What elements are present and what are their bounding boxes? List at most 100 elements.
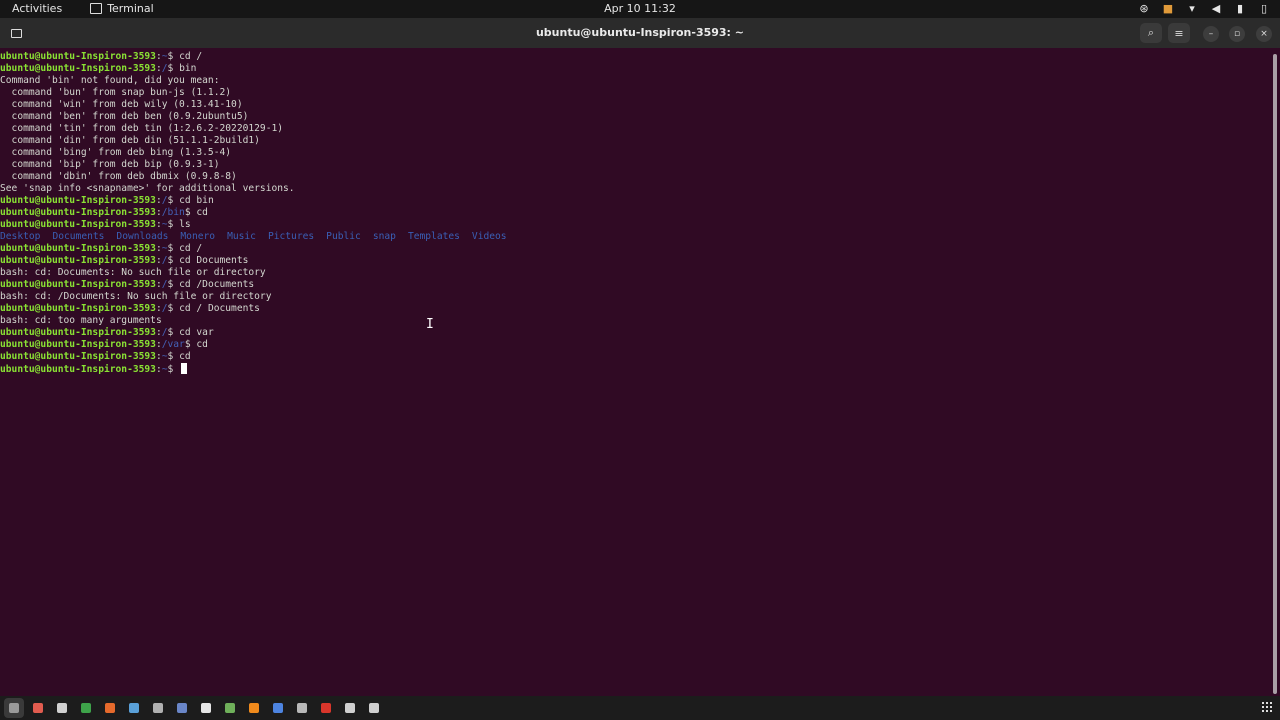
command-text: cd /Documents [179, 279, 255, 290]
volume-icon[interactable]: ◀ [1210, 2, 1222, 15]
terminal-line: bash: cd: too many arguments [0, 315, 162, 326]
prompt-dollar: $ [167, 63, 180, 74]
terminal-output[interactable]: ubuntu@ubuntu-Inspiron-3593:~$ cd / ubunt… [0, 48, 1270, 699]
directory-entry: Downloads [116, 231, 169, 242]
app-menu-terminal[interactable]: Terminal [90, 2, 154, 15]
dock-app-tool[interactable] [292, 698, 312, 718]
dock-app-steam[interactable] [124, 698, 144, 718]
dock-app-trash[interactable] [364, 698, 384, 718]
prompt-user-host: ubuntu@ubuntu-Inspiron-3593 [0, 364, 156, 375]
top-bar: Activities Terminal Apr 10 11:32 ⊛ ■ ▾ ◀… [0, 0, 1280, 18]
prompt-dollar: $ [167, 351, 180, 362]
text-editor-icon [57, 703, 67, 713]
prompt-user-host: ubuntu@ubuntu-Inspiron-3593 [0, 207, 156, 218]
directory-entry: Templates [407, 231, 460, 242]
dock-app-vlc[interactable] [244, 698, 264, 718]
notification-app-icon[interactable]: ■ [1162, 2, 1174, 15]
terminal-line: ubuntu@ubuntu-Inspiron-3593:~$ cd [0, 351, 1270, 363]
dock-app-app-red[interactable] [316, 698, 336, 718]
vlc-icon [249, 703, 259, 713]
terminal-cursor [181, 363, 188, 374]
minimize-button[interactable]: – [1203, 26, 1219, 42]
battery-icon[interactable]: ▮ [1234, 2, 1246, 15]
dock-app-documents[interactable] [340, 698, 360, 718]
monitor-icon [225, 703, 235, 713]
terminal-line: ubuntu@ubuntu-Inspiron-3593:/$ cd /Docum… [0, 279, 1270, 291]
directory-entry: Desktop [0, 231, 41, 242]
command-text: cd Documents [179, 255, 249, 266]
command-text: ls [179, 219, 191, 230]
dock-app-app-center[interactable] [172, 698, 192, 718]
chrome-icon [81, 703, 91, 713]
show-apps-grid-icon[interactable] [1262, 702, 1272, 712]
close-button[interactable]: × [1256, 26, 1272, 42]
dock-app-firefox[interactable] [100, 698, 120, 718]
terminal-line: bash: cd: Documents: No such file or dir… [0, 267, 266, 278]
prompt-user-host: ubuntu@ubuntu-Inspiron-3593 [0, 243, 156, 254]
prompt-user-host: ubuntu@ubuntu-Inspiron-3593 [0, 51, 156, 62]
ubuntu-update-icon[interactable]: ⊛ [1138, 2, 1150, 15]
terminal-line: Command 'bin' not found, did you mean: [0, 75, 220, 86]
system-tray[interactable]: ⊛ ■ ▾ ◀ ▮ ▯ [1138, 2, 1270, 15]
text-cursor-icon: I [426, 317, 434, 332]
command-text: cd bin [179, 195, 214, 206]
scrollbar-thumb[interactable] [1273, 54, 1277, 694]
terminal-line: ubuntu@ubuntu-Inspiron-3593:~$ [0, 363, 1270, 375]
terminal-line: ubuntu@ubuntu-Inspiron-3593:/$ cd var [0, 327, 1270, 339]
restore-icon: ▫ [1233, 29, 1241, 39]
terminal-icon [90, 3, 103, 14]
power-icon[interactable]: ▯ [1258, 2, 1270, 15]
scrollbar[interactable] [1270, 48, 1280, 696]
disks-icon [201, 703, 211, 713]
steam-icon [129, 703, 139, 713]
top-bar-left: Activities Terminal [12, 2, 154, 15]
prompt-dollar: $ [167, 364, 180, 375]
prompt-dollar: $ [167, 327, 180, 338]
dock-app-text-editor[interactable] [52, 698, 72, 718]
clock[interactable]: Apr 10 11:32 [0, 2, 1280, 15]
new-tab-button[interactable] [6, 24, 26, 42]
command-text: bin [179, 63, 197, 74]
dock-app-monitor[interactable] [220, 698, 240, 718]
dock-app-settings[interactable] [148, 698, 168, 718]
prompt-user-host: ubuntu@ubuntu-Inspiron-3593 [0, 255, 156, 266]
tool-icon [297, 703, 307, 713]
terminal-line: ubuntu@ubuntu-Inspiron-3593:/$ bin [0, 63, 1270, 75]
prompt-path: /var [161, 339, 185, 350]
wifi-icon[interactable]: ▾ [1186, 2, 1198, 15]
dock-app-chrome[interactable] [76, 698, 96, 718]
window-title: ubuntu@ubuntu-Inspiron-3593: ~ [535, 26, 745, 39]
prompt-user-host: ubuntu@ubuntu-Inspiron-3593 [0, 339, 156, 350]
minimize-icon: – [1208, 29, 1214, 39]
prompt-user-host: ubuntu@ubuntu-Inspiron-3593 [0, 327, 156, 338]
prompt-dollar: $ [167, 51, 180, 62]
directory-entry: snap [372, 231, 396, 242]
dock-app-chromium[interactable] [268, 698, 288, 718]
terminal-header-bar: ubuntu@ubuntu-Inspiron-3593: ~ ⌕ ≡ – ▫ × [0, 18, 1280, 48]
prompt-dollar: $ [184, 207, 197, 218]
chromium-icon [273, 703, 283, 713]
terminal-line: ubuntu@ubuntu-Inspiron-3593:/var$ cd [0, 339, 1270, 351]
prompt-dollar: $ [167, 255, 180, 266]
hamburger-icon: ≡ [1174, 26, 1184, 40]
dock [0, 696, 1280, 720]
prompt-user-host: ubuntu@ubuntu-Inspiron-3593 [0, 279, 156, 290]
terminal-line: Desktop Documents Downloads Monero Music Pict… [0, 231, 1270, 243]
dock-app-files[interactable] [28, 698, 48, 718]
search-button[interactable]: ⌕ [1140, 23, 1162, 43]
maximize-button[interactable]: ▫ [1229, 26, 1245, 42]
trash-icon [369, 703, 379, 713]
terminal-line: ubuntu@ubuntu-Inspiron-3593:~$ ls [0, 219, 1270, 231]
prompt-user-host: ubuntu@ubuntu-Inspiron-3593 [0, 219, 156, 230]
command-text: cd / [179, 243, 203, 254]
show-desktop-icon [9, 703, 19, 713]
terminal-line: See 'snap info <snapname>' for additiona… [0, 183, 295, 194]
prompt-dollar: $ [184, 339, 197, 350]
dock-app-show-desktop[interactable] [4, 698, 24, 718]
dock-app-disks[interactable] [196, 698, 216, 718]
menu-button[interactable]: ≡ [1168, 23, 1190, 43]
terminal-line: bash: cd: /Documents: No such file or di… [0, 291, 272, 302]
directory-entry: Pictures [267, 231, 315, 242]
activities-button[interactable]: Activities [12, 2, 62, 15]
dock-apps [4, 698, 384, 718]
